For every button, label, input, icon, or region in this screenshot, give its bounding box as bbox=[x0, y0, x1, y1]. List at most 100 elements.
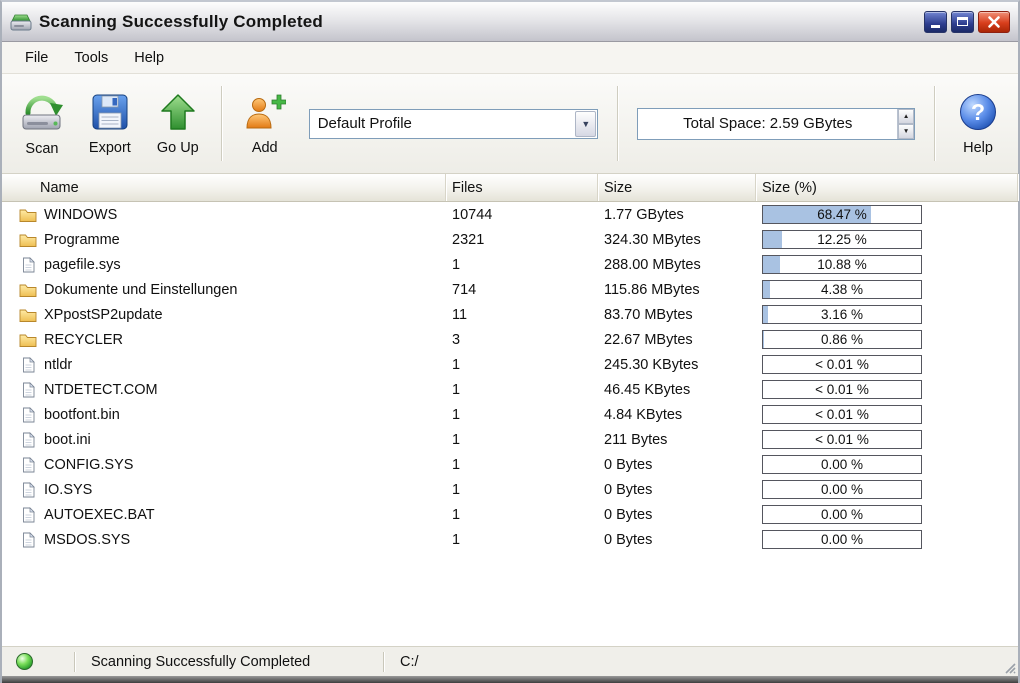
row-size: 83.70 MBytes bbox=[604, 306, 693, 323]
row-size: 4.84 KBytes bbox=[604, 406, 683, 423]
folder-icon bbox=[19, 234, 37, 247]
chevron-down-icon[interactable]: ▼ bbox=[575, 110, 597, 137]
size-percent-bar: 12.25 % bbox=[762, 230, 922, 249]
file-icon bbox=[22, 506, 35, 522]
table-row[interactable]: ntldr 1 245.30 KBytes < 0.01 % bbox=[2, 352, 1018, 377]
size-percent-bar: < 0.01 % bbox=[762, 355, 922, 374]
row-size: 245.30 KBytes bbox=[604, 356, 699, 373]
toolbar-separator bbox=[934, 86, 936, 161]
column-header-name[interactable]: Name bbox=[2, 174, 446, 201]
percent-label: < 0.01 % bbox=[815, 382, 869, 397]
folder-icon bbox=[19, 284, 37, 297]
menu-tools[interactable]: Tools bbox=[61, 45, 121, 71]
scan-label: Scan bbox=[25, 140, 59, 157]
size-percent-bar: 0.00 % bbox=[762, 505, 922, 524]
total-space-field[interactable]: Total Space: 2.59 GBytes ▲ ▼ bbox=[637, 107, 916, 140]
row-size: 0 Bytes bbox=[604, 506, 653, 523]
row-name: NTDETECT.COM bbox=[44, 381, 158, 398]
export-label: Export bbox=[88, 139, 131, 156]
go-up-button[interactable]: Go Up bbox=[144, 78, 212, 169]
table-row[interactable]: MSDOS.SYS 1 0 Bytes 0.00 % bbox=[2, 527, 1018, 552]
row-name: pagefile.sys bbox=[44, 256, 121, 273]
table-row[interactable]: RECYCLER 3 22.67 MBytes 0.86 % bbox=[2, 327, 1018, 352]
column-header-size[interactable]: Size bbox=[598, 174, 756, 201]
spin-down-button[interactable]: ▼ bbox=[898, 123, 915, 139]
table-row[interactable]: bootfont.bin 1 4.84 KBytes < 0.01 % bbox=[2, 402, 1018, 427]
row-size: 288.00 MBytes bbox=[604, 256, 701, 273]
row-files: 11 bbox=[452, 306, 468, 323]
row-name: MSDOS.SYS bbox=[44, 531, 131, 548]
svg-text:?: ? bbox=[971, 99, 985, 125]
row-size: 46.45 KBytes bbox=[604, 381, 691, 398]
table-row[interactable]: Programme 2321 324.30 MBytes 12.25 % bbox=[2, 227, 1018, 252]
percent-label: 0.00 % bbox=[820, 507, 864, 522]
percent-label: 12.25 % bbox=[817, 232, 867, 247]
row-name: WINDOWS bbox=[44, 206, 118, 223]
close-button[interactable] bbox=[978, 10, 1010, 33]
size-percent-bar: < 0.01 % bbox=[762, 405, 922, 424]
row-size: 324.30 MBytes bbox=[604, 231, 701, 248]
menu-bar: File Tools Help bbox=[2, 42, 1018, 74]
help-button[interactable]: ? Help bbox=[944, 78, 1012, 169]
toolbar: Scan Export Go Up Add Default Profile ▼ … bbox=[2, 74, 1018, 174]
row-files: 1 bbox=[452, 431, 461, 448]
add-user-icon bbox=[246, 94, 286, 128]
profile-dropdown[interactable]: Default Profile ▼ bbox=[308, 108, 599, 139]
profile-dropdown-value: Default Profile bbox=[317, 115, 412, 132]
row-size: 0 Bytes bbox=[604, 456, 653, 473]
row-name: Programme bbox=[44, 231, 120, 248]
menu-help[interactable]: Help bbox=[121, 45, 177, 71]
table-row[interactable]: XPpostSP2update 11 83.70 MBytes 3.16 % bbox=[2, 302, 1018, 327]
table-row[interactable]: boot.ini 1 211 Bytes < 0.01 % bbox=[2, 427, 1018, 452]
spinner: ▲ ▼ bbox=[897, 108, 915, 139]
minimize-button[interactable] bbox=[924, 10, 947, 33]
table-row[interactable]: NTDETECT.COM 1 46.45 KBytes < 0.01 % bbox=[2, 377, 1018, 402]
percent-label: 10.88 % bbox=[817, 257, 867, 272]
app-window: Scanning Successfully Completed File Too… bbox=[0, 0, 1020, 683]
row-name: XPpostSP2update bbox=[44, 306, 163, 323]
column-header-files[interactable]: Files bbox=[446, 174, 598, 201]
toolbar-separator bbox=[617, 86, 619, 161]
row-name: RECYCLER bbox=[44, 331, 123, 348]
row-files: 1 bbox=[452, 506, 461, 523]
resize-grip[interactable] bbox=[1002, 660, 1016, 674]
table-row[interactable]: pagefile.sys 1 288.00 MBytes 10.88 % bbox=[2, 252, 1018, 277]
table-row[interactable]: CONFIG.SYS 1 0 Bytes 0.00 % bbox=[2, 452, 1018, 477]
size-percent-bar: 3.16 % bbox=[762, 305, 922, 324]
table-row[interactable]: WINDOWS 10744 1.77 GBytes 68.47 % bbox=[2, 202, 1018, 227]
row-name: bootfont.bin bbox=[44, 406, 120, 423]
row-size: 211 Bytes bbox=[604, 431, 668, 448]
add-button[interactable]: Add bbox=[231, 78, 299, 169]
menu-file[interactable]: File bbox=[12, 45, 61, 71]
table-row[interactable]: Dokumente und Einstellungen 714 115.86 M… bbox=[2, 277, 1018, 302]
row-files: 1 bbox=[452, 531, 461, 548]
maximize-button[interactable] bbox=[951, 10, 974, 33]
percent-label: < 0.01 % bbox=[815, 357, 869, 372]
size-percent-bar: 4.38 % bbox=[762, 280, 922, 299]
go-up-icon bbox=[161, 93, 195, 130]
status-text: Scanning Successfully Completed bbox=[91, 653, 311, 670]
percent-label: < 0.01 % bbox=[815, 407, 869, 422]
window-title: Scanning Successfully Completed bbox=[39, 11, 323, 31]
row-size: 22.67 MBytes bbox=[604, 331, 693, 348]
row-files: 10744 bbox=[452, 206, 493, 223]
row-files: 2321 bbox=[452, 231, 485, 248]
column-header-size-percent[interactable]: Size (%) bbox=[756, 174, 1018, 201]
file-icon bbox=[22, 431, 35, 447]
current-path: C:/ bbox=[400, 653, 419, 670]
title-bar: Scanning Successfully Completed bbox=[2, 2, 1018, 42]
status-led-icon bbox=[16, 653, 33, 670]
scan-icon bbox=[22, 95, 63, 129]
export-button[interactable]: Export bbox=[76, 78, 144, 169]
file-icon bbox=[22, 406, 35, 422]
table-row[interactable]: AUTOEXEC.BAT 1 0 Bytes 0.00 % bbox=[2, 502, 1018, 527]
percent-label: 0.00 % bbox=[820, 482, 864, 497]
row-size: 0 Bytes bbox=[604, 481, 653, 498]
size-percent-bar: 0.00 % bbox=[762, 455, 922, 474]
percent-label: 4.38 % bbox=[820, 282, 864, 297]
table-row[interactable]: IO.SYS 1 0 Bytes 0.00 % bbox=[2, 477, 1018, 502]
scan-button[interactable]: Scan bbox=[8, 78, 76, 169]
row-size: 115.86 MBytes bbox=[604, 281, 700, 298]
spin-up-button[interactable]: ▲ bbox=[898, 108, 915, 124]
file-icon bbox=[22, 256, 35, 272]
